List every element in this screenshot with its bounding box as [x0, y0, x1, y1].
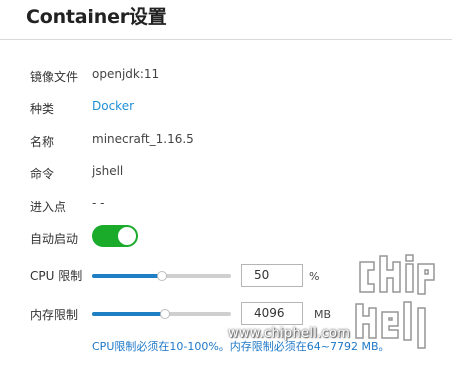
- watermark-url: www.chiphell.com: [228, 326, 351, 341]
- entrypoint-label: 进入点: [30, 200, 67, 214]
- memory-unit: MB: [314, 308, 332, 321]
- slider-thumb[interactable]: [157, 271, 167, 281]
- command-value: jshell: [92, 164, 124, 178]
- cpu-unit: %: [309, 270, 320, 283]
- slider-thumb[interactable]: [160, 309, 170, 319]
- autostart-toggle[interactable]: [92, 225, 138, 247]
- memory-limit-label: 内存限制: [30, 308, 79, 322]
- memory-limit-input[interactable]: 4096: [241, 302, 303, 325]
- type-label: 种类: [30, 102, 55, 116]
- image-value: openjdk:11: [92, 67, 160, 81]
- entrypoint-value: - -: [92, 196, 105, 210]
- image-label: 镜像文件: [30, 70, 79, 84]
- autostart-label: 自动启动: [30, 232, 79, 246]
- dialog-header: Container设置: [0, 0, 452, 40]
- chiphell-logo-watermark: [355, 254, 435, 349]
- cpu-limit-slider[interactable]: [92, 268, 231, 284]
- name-value: minecraft_1.16.5: [92, 132, 194, 146]
- cpu-limit-input[interactable]: 50: [241, 264, 303, 287]
- slider-fill: [92, 274, 162, 278]
- command-label: 命令: [30, 167, 55, 181]
- type-link[interactable]: Docker: [92, 99, 134, 113]
- memory-limit-slider[interactable]: [92, 306, 231, 322]
- cpu-limit-label: CPU 限制: [30, 269, 83, 283]
- toggle-knob: [118, 227, 136, 245]
- name-label: 名称: [30, 135, 55, 149]
- page-title: Container设置: [26, 6, 167, 28]
- slider-fill: [92, 312, 165, 316]
